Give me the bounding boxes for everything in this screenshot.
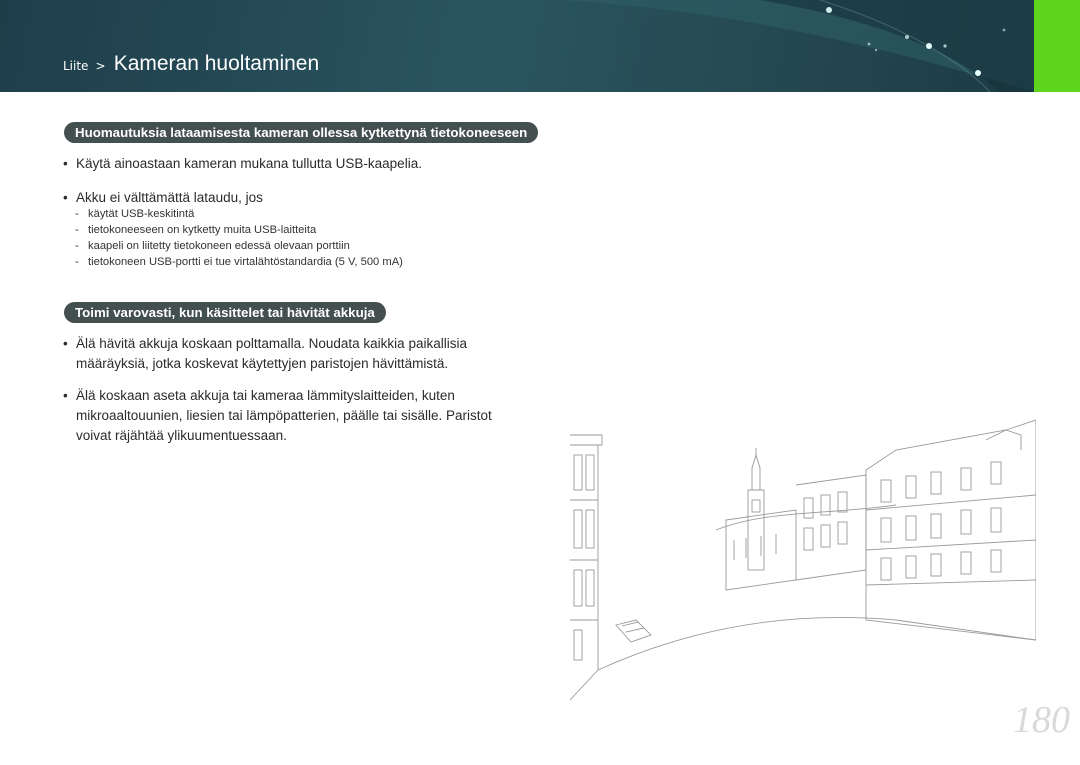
section-color-tab [1034,0,1080,92]
dash-symbol: - [75,208,79,220]
sub-list-item: - kaapeli on liitetty tietokoneen edessä … [75,238,403,254]
section-heading-battery: Toimi varovasti, kun käsittelet tai hävi… [64,302,386,323]
bullet-text: Älä hävitä akkuja koskaan polttamalla. N… [76,336,467,371]
bullet-symbol: • [63,388,68,403]
bullet-text: Käytä ainoastaan kameran mukana tullutta… [76,156,422,171]
breadcrumb: Liite > Kameran huoltaminen [63,52,319,76]
header-decoration [560,0,1034,92]
sub-list-text: käytät USB-keskitintä [88,208,195,220]
bullet-item: • Älä hävitä akkuja koskaan polttamalla.… [63,334,493,374]
breadcrumb-separator: > [95,59,106,73]
city-canal-illustration [569,419,1036,701]
sub-list-item: - tietokoneeseen on kytketty muita USB-la… [75,222,403,238]
page-title: Kameran huoltaminen [113,52,320,75]
sub-list-item: - tietokoneen USB-portti ei tue virtaläht… [75,254,403,270]
page-header: Liite > Kameran huoltaminen [0,0,1080,92]
bullet-symbol: • [63,156,68,171]
charging-conditions-list: - käytät USB-keskitintä - tietokoneeseen o… [75,206,403,270]
sub-list-text: tietokoneeseen on kytketty muita USB-lai… [88,224,317,236]
sub-list-text: kaapeli on liitetty tietokoneen edessä o… [88,240,350,252]
dash-symbol: - [75,256,79,268]
breadcrumb-parent[interactable]: Liite [63,59,88,73]
dash-symbol: - [75,240,79,252]
section-heading-charging: Huomautuksia lataamisesta kameran olless… [64,122,539,143]
sub-list-text: tietokoneen USB-portti ei tue virtalähtö… [88,256,403,268]
bullet-symbol: • [63,190,68,205]
bullet-item: • Akku ei välttämättä lataudu, jos [63,188,483,208]
dash-symbol: - [75,224,79,236]
bullet-text: Älä koskaan aseta akkuja tai kameraa läm… [76,388,492,443]
bullet-item: • Älä koskaan aseta akkuja tai kameraa l… [63,386,493,446]
sub-list-item: - käytät USB-keskitintä [75,206,403,222]
bullet-text: Akku ei välttämättä lataudu, jos [76,190,263,205]
page-number: 180 [1013,699,1070,741]
bullet-symbol: • [63,336,68,351]
bullet-item: • Käytä ainoastaan kameran mukana tullut… [63,154,483,174]
